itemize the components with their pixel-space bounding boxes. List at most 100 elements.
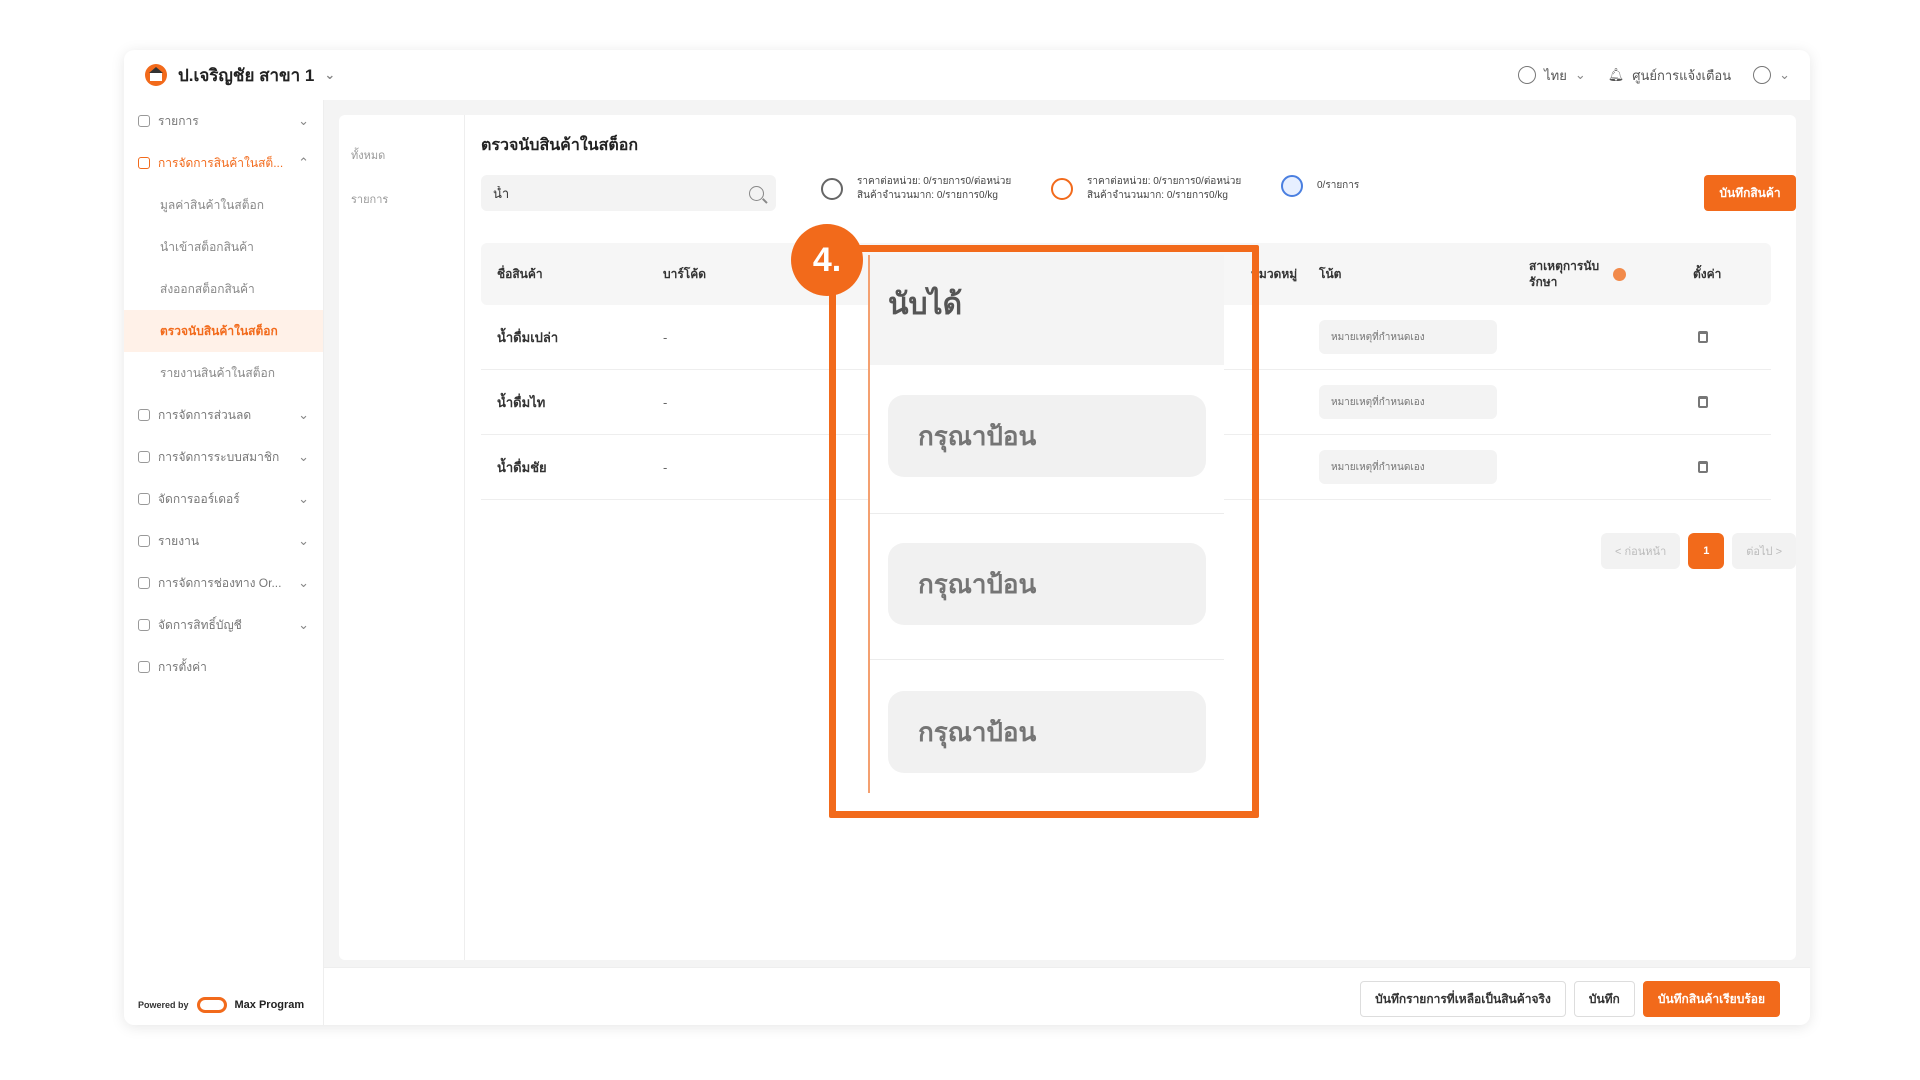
clock-icon	[138, 535, 150, 547]
legend-line: ราคาต่อหน่วย: 0/รายการ0/ต่อหน่วย	[1087, 176, 1242, 187]
chevron-down-icon: ⌄	[298, 449, 309, 464]
product-name: น้ำดื่มเปล่า	[497, 329, 559, 345]
note-input[interactable]	[1319, 450, 1497, 484]
branch-selector[interactable]: ป.เจริญชัย สาขา 1 ⌄	[144, 62, 335, 89]
sidebar-item-channels[interactable]: การจัดการช่องทาง Or... ⌄	[124, 562, 323, 604]
sidebar-item-settings[interactable]: การตั้งค่า	[124, 646, 323, 688]
current-page-button[interactable]: 1	[1688, 533, 1725, 569]
sidebar: รายการ ⌄ การจัดการสินค้าในสต็... ⌃ มูลค่…	[124, 100, 324, 1025]
legend-unit-price: ราคาต่อหน่วย: 0/รายการ0/ต่อหน่วยสินค้าจำ…	[821, 175, 1011, 203]
legend-line: สินค้าจำนวนมาก: 0/รายการ0/kg	[857, 190, 998, 201]
header-note: โน้ต	[1319, 266, 1342, 281]
top-bar: ป.เจริญชัย สาขา 1 ⌄ ไทย ⌄ 🔔︎ ศูนย์การแจ้…	[124, 50, 1810, 100]
header-count-reason: สาเหตุการนับรักษา	[1529, 258, 1599, 290]
list-icon	[138, 115, 150, 127]
note-input[interactable]	[1319, 320, 1497, 354]
chevron-down-icon: ⌄	[298, 491, 309, 506]
legend-item-count: 0/รายการ	[1281, 175, 1359, 197]
product-name: น้ำดื่มไท	[497, 394, 546, 410]
sidebar-subitem-stock-count[interactable]: ตรวจนับสินค้าในสต็อก	[124, 310, 323, 352]
globe-icon	[1518, 66, 1537, 84]
header-count-reason-line1: สาเหตุการนับ	[1529, 259, 1600, 273]
users-icon	[138, 619, 150, 631]
sidebar-subitem-stock-report[interactable]: รายงานสินค้าในสต็อก	[124, 352, 323, 394]
notification-center[interactable]: 🔔︎ ศูนย์การแจ้งเตือน	[1608, 65, 1731, 86]
notification-label: ศูนย์การแจ้งเตือน	[1632, 67, 1732, 83]
bell-icon: 🔔︎	[1607, 67, 1625, 82]
member-icon	[138, 451, 150, 463]
search-box[interactable]	[481, 175, 776, 211]
header-product-name: ชื่อสินค้า	[497, 266, 543, 281]
header-setting: ตั้งค่า	[1693, 266, 1722, 281]
subnav-list[interactable]: รายการ	[339, 177, 464, 221]
footer-bar: บันทึกรายการที่เหลือเป็นสินค้าจริง บันทึ…	[324, 967, 1810, 1025]
language-selector[interactable]: ไทย ⌄	[1518, 65, 1586, 86]
save-product-button[interactable]: บันทึกสินค้า	[1704, 175, 1796, 211]
chevron-down-icon: ⌄	[1779, 67, 1790, 82]
product-barcode: -	[663, 459, 668, 475]
box-icon	[138, 157, 150, 169]
trash-icon[interactable]	[1698, 331, 1708, 343]
sidebar-item-list[interactable]: รายการ ⌄	[124, 100, 323, 142]
search-input[interactable]	[493, 185, 749, 201]
product-barcode: -	[663, 329, 668, 345]
pagination: < ก่อนหน้า 1 ต่อไป >	[1601, 533, 1796, 569]
discount-icon	[138, 409, 150, 421]
powered-by-label: Powered by	[138, 1000, 189, 1010]
sidebar-item-reports[interactable]: รายงาน ⌄	[124, 520, 323, 562]
note-input[interactable]	[1319, 385, 1497, 419]
search-icon[interactable]	[749, 185, 764, 201]
max-program-logo-text: Max Program	[234, 999, 305, 1011]
user-avatar-icon	[1753, 66, 1772, 84]
save-complete-button[interactable]: บันทึกสินค้าเรียบร้อย	[1642, 981, 1780, 1017]
legend-line: ราคาต่อหน่วย: 0/รายการ0/ต่อหน่วย	[857, 176, 1012, 187]
sub-navigation: ทั้งหมด รายการ	[339, 115, 465, 960]
next-page-button[interactable]: ต่อไป >	[1732, 533, 1796, 569]
legend-line: 0/รายการ	[1317, 180, 1360, 191]
header-count-reason-line2: รักษา	[1529, 275, 1558, 289]
legend-line: สินค้าจำนวนมาก: 0/รายการ0/kg	[1087, 190, 1228, 201]
powered-by: Powered by Max Program	[138, 997, 304, 1013]
chevron-down-icon: ⌄	[298, 575, 309, 590]
branch-name: ป.เจริญชัย สาขา 1	[178, 65, 315, 85]
trash-icon[interactable]	[1698, 396, 1708, 408]
product-name: น้ำดื่มชัย	[497, 459, 547, 475]
sidebar-item-discount[interactable]: การจัดการส่วนลด ⌄	[124, 394, 323, 436]
sidebar-subitem-export-stock[interactable]: ส่งออกสต็อกสินค้า	[124, 268, 323, 310]
save-remaining-as-actual-button[interactable]: บันทึกรายการที่เหลือเป็นสินค้าจริง	[1360, 981, 1566, 1017]
max-program-logo-icon	[196, 997, 227, 1013]
price-tag-icon	[821, 178, 843, 200]
user-menu[interactable]: ⌄	[1753, 66, 1790, 84]
step-number-badge: 4.	[791, 224, 863, 296]
gear-icon	[138, 661, 150, 673]
info-icon[interactable]	[1613, 267, 1626, 281]
channel-icon	[138, 577, 150, 589]
sidebar-item-permissions[interactable]: จัดการสิทธิ์บัญชี ⌄	[124, 604, 323, 646]
save-button[interactable]: บันทึก	[1573, 981, 1635, 1017]
chevron-down-icon: ⌄	[298, 617, 309, 632]
bulk-price-icon	[1051, 178, 1073, 200]
sidebar-item-membership[interactable]: การจัดการระบบสมาชิก ⌄	[124, 436, 323, 478]
order-icon	[138, 493, 150, 505]
language-label: ไทย	[1544, 67, 1567, 83]
chevron-down-icon: ⌄	[1574, 67, 1586, 82]
callout-highlight-frame	[829, 245, 1259, 818]
prev-page-button[interactable]: < ก่อนหน้า	[1601, 533, 1681, 569]
chevron-down-icon: ⌄	[324, 67, 336, 82]
product-barcode: -	[663, 394, 668, 410]
chevron-down-icon: ⌄	[298, 533, 309, 548]
sidebar-subitem-stock-value[interactable]: มูลค่าสินค้าในสต็อก	[124, 184, 323, 226]
legend-bulk-price: ราคาต่อหน่วย: 0/รายการ0/ต่อหน่วยสินค้าจำ…	[1051, 175, 1241, 203]
subnav-all[interactable]: ทั้งหมด	[339, 133, 464, 177]
page-title: ตรวจนับสินค้าในสต็อก	[481, 137, 639, 154]
sidebar-item-stock-management[interactable]: การจัดการสินค้าในสต็... ⌃	[124, 142, 323, 184]
trash-icon[interactable]	[1698, 461, 1708, 473]
sidebar-item-orders[interactable]: จัดการออร์เดอร์ ⌄	[124, 478, 323, 520]
chevron-down-icon: ⌄	[298, 407, 309, 422]
header-barcode: บาร์โค้ด	[663, 266, 707, 281]
sidebar-subitem-import-stock[interactable]: นำเข้าสต็อกสินค้า	[124, 226, 323, 268]
item-count-icon	[1281, 175, 1303, 197]
chevron-up-icon: ⌃	[298, 155, 309, 170]
store-logo-icon	[145, 64, 167, 86]
chevron-down-icon: ⌄	[298, 113, 309, 128]
